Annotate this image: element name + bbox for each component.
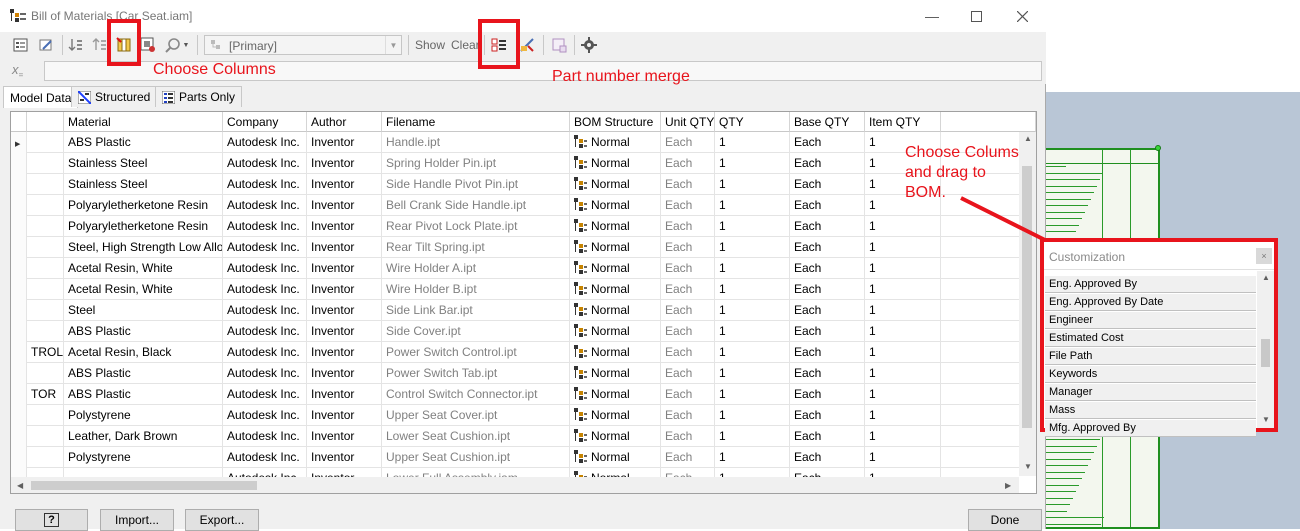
customization-item[interactable]: Keywords	[1045, 366, 1256, 383]
customization-scroll-thumb[interactable]	[1261, 339, 1270, 367]
customization-item[interactable]: Mfg. Approved By	[1045, 420, 1256, 437]
customization-item[interactable]: Mass	[1045, 402, 1256, 419]
customization-item[interactable]: File Path	[1045, 348, 1256, 365]
customization-panel[interactable]: Customization × Eng. Approved By Eng. App…	[1040, 238, 1278, 437]
customization-close-icon[interactable]: ×	[1256, 248, 1272, 264]
scroll-down-icon[interactable]: ▼	[1262, 415, 1270, 424]
customization-item[interactable]: Manager	[1045, 384, 1256, 401]
scroll-up-icon[interactable]: ▲	[1262, 273, 1270, 282]
customization-title-bar[interactable]: Customization ×	[1044, 242, 1274, 270]
customization-scrollbar[interactable]: ▲ ▼	[1257, 271, 1274, 428]
customization-item[interactable]: Estimated Cost	[1045, 330, 1256, 347]
customization-item[interactable]: Eng. Approved By	[1045, 276, 1256, 293]
annotation-arrow-line	[960, 196, 1050, 244]
customization-item[interactable]: Eng. Approved By Date	[1045, 294, 1256, 311]
customization-item[interactable]: Engineer	[1045, 312, 1256, 329]
customization-title: Customization	[1049, 250, 1126, 264]
